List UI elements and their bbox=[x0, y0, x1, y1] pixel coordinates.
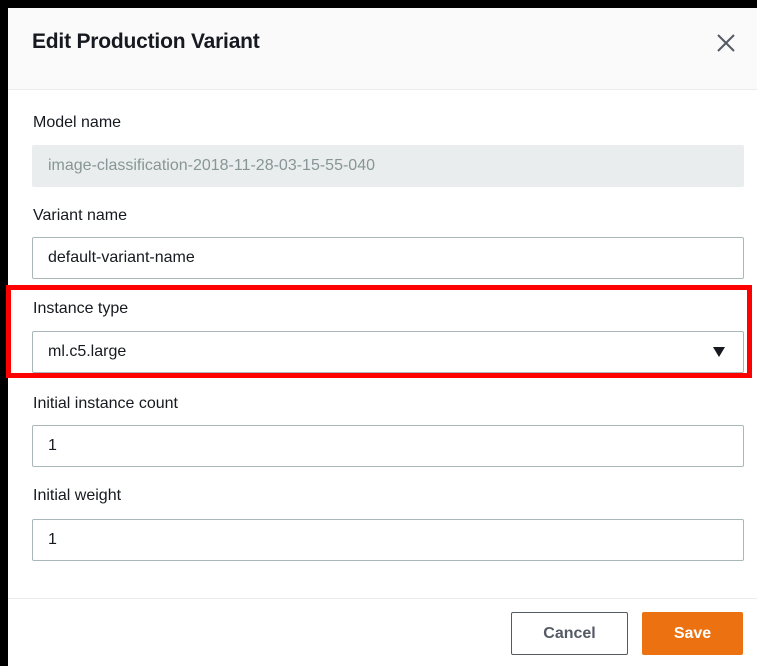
instance-type-value: ml.c5.large bbox=[48, 343, 127, 360]
initial-weight-field[interactable]: 1 bbox=[32, 519, 744, 561]
model-name-label: Model name bbox=[33, 114, 122, 131]
model-name-field: image-classification-2018-11-28-03-15-55… bbox=[32, 145, 744, 187]
initial-instance-count-label: Initial instance count bbox=[33, 395, 178, 412]
variant-name-field[interactable]: default-variant-name bbox=[32, 237, 744, 279]
dialog-header: Edit Production Variant bbox=[8, 8, 757, 90]
initial-weight-label: Initial weight bbox=[33, 487, 122, 504]
dialog-footer: Cancel Save bbox=[8, 598, 757, 666]
cancel-button[interactable]: Cancel bbox=[511, 612, 628, 655]
instance-type-select[interactable]: ml.c5.large bbox=[32, 331, 744, 373]
close-button[interactable] bbox=[711, 28, 741, 58]
close-icon bbox=[717, 34, 735, 52]
initial-instance-count-field[interactable]: 1 bbox=[32, 425, 744, 467]
dialog-title: Edit Production Variant bbox=[32, 30, 260, 53]
instance-type-label: Instance type bbox=[33, 300, 129, 317]
caret-down-icon bbox=[713, 347, 725, 357]
save-button[interactable]: Save bbox=[642, 612, 743, 655]
edit-production-variant-dialog: Edit Production Variant Model name image… bbox=[8, 8, 757, 666]
variant-name-label: Variant name bbox=[33, 207, 127, 224]
